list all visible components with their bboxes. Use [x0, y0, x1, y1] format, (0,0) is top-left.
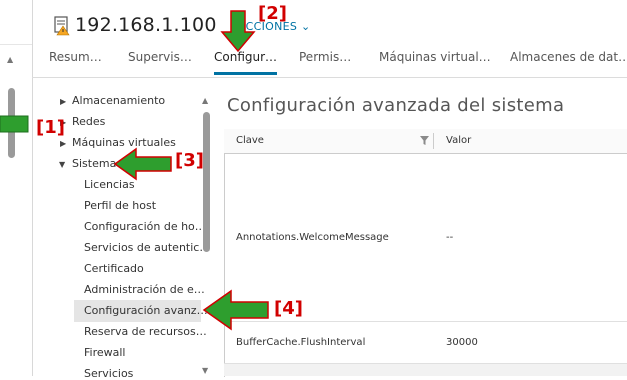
tab-maquinas-virtuales[interactable]: Máquinas virtual… — [379, 50, 491, 72]
annotation-label-2: [2] — [258, 3, 287, 24]
filter-icon[interactable] — [420, 136, 429, 145]
tree-item-sistema[interactable]: Sistema — [72, 157, 116, 170]
row-divider — [224, 321, 627, 322]
annotation-arrow-2 — [220, 10, 256, 53]
host-title: 192.168.1.100 — [75, 14, 217, 36]
tree-item-firewall[interactable]: Firewall — [84, 346, 125, 359]
tree-item-redes[interactable]: Redes — [72, 115, 105, 128]
cell-value: 30000 — [446, 337, 478, 348]
annotation-label-1: [1] — [36, 117, 65, 138]
chevron-right-icon[interactable]: ▶ — [60, 97, 66, 106]
chevron-right-icon[interactable]: ▶ — [60, 139, 66, 148]
annotation-arrow-4 — [202, 289, 269, 331]
divider — [32, 77, 627, 78]
tab-permisos[interactable]: Permis… — [299, 50, 351, 72]
tree-item-servicios-de-autenticacion[interactable]: Servicios de autentic… — [84, 241, 210, 254]
page-title: Configuración avanzada del sistema — [227, 95, 565, 116]
cell-value: -- — [446, 232, 454, 243]
annotation-label-3: [3] — [175, 150, 204, 171]
tab-almacenes-de-datos[interactable]: Almacenes de dat… — [510, 50, 627, 72]
tree-item-configuracion-avanzada[interactable]: Configuración avanz… — [84, 304, 208, 317]
annotation-label-4: [4] — [274, 298, 303, 319]
tab-bar: Resum… Supervis… Configur… Permis… Máqui… — [40, 50, 627, 76]
tree-item-configuracion-de-hora[interactable]: Configuración de ho… — [84, 220, 206, 233]
host-warning-icon — [54, 16, 70, 36]
column-header-clave[interactable]: Clave — [236, 135, 264, 146]
tab-resumen[interactable]: Resum… — [49, 50, 102, 72]
tree-scrollbar[interactable] — [203, 112, 210, 252]
chevron-down-icon[interactable]: ▼ — [59, 160, 65, 169]
tree-item-administracion-de-energia[interactable]: Administración de e… — [84, 283, 205, 296]
tree-item-perfil-de-host[interactable]: Perfil de host — [84, 199, 156, 212]
tree-item-certificado[interactable]: Certificado — [84, 262, 144, 275]
cell-key: BufferCache.FlushInterval — [236, 337, 366, 348]
tree-item-servicios[interactable]: Servicios — [84, 367, 133, 380]
column-divider[interactable] — [433, 133, 434, 149]
divider — [0, 44, 32, 45]
table-row — [224, 364, 627, 376]
scroll-up-icon[interactable]: ▲ — [7, 56, 17, 64]
annotation-arrow-3 — [113, 147, 172, 181]
tab-configurar[interactable]: Configur… — [214, 50, 278, 75]
tab-supervisar[interactable]: Supervis… — [128, 50, 192, 72]
annotation-arrow-1 — [0, 115, 29, 133]
tree-item-almacenamiento[interactable]: Almacenamiento — [72, 94, 165, 107]
column-header-valor[interactable]: Valor — [446, 135, 471, 146]
scroll-down-icon[interactable]: ▼ — [202, 366, 208, 375]
scroll-up-icon[interactable]: ▲ — [202, 96, 208, 105]
cell-key: Annotations.WelcomeMessage — [236, 232, 389, 243]
tree-item-reserva-de-recursos[interactable]: Reserva de recursos… — [84, 325, 207, 338]
